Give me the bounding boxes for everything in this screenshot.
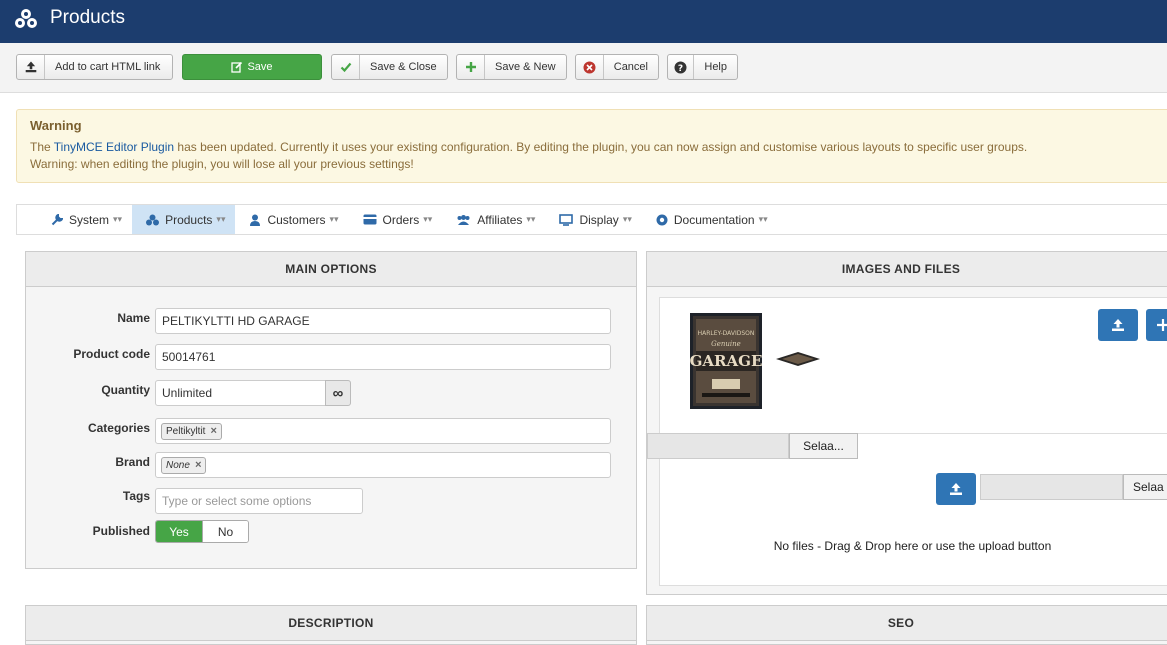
cubes-icon	[15, 9, 37, 28]
remove-icon[interactable]: ×	[195, 459, 201, 471]
cancel-button[interactable]: Cancel	[575, 54, 659, 80]
quantity-input[interactable]: Unlimited	[155, 380, 326, 406]
product-code-input[interactable]: 50014761	[155, 344, 611, 370]
tinymce-plugin-link[interactable]: TinyMCE Editor Plugin	[54, 140, 174, 154]
toolbar: Add to cart HTML link Save Save & Close …	[0, 43, 1167, 93]
nav-orders[interactable]: Orders ▾▾	[349, 205, 443, 234]
nav-system[interactable]: System ▾▾	[37, 205, 132, 234]
cubes-icon	[146, 214, 160, 225]
svg-text:?: ?	[678, 64, 683, 74]
nav-customers[interactable]: Customers ▾▾	[235, 205, 348, 234]
seo-panel: SEO	[646, 605, 1167, 645]
warning-line-2: Warning: when editing the plugin, you wi…	[30, 157, 414, 171]
unlimited-infinity-button[interactable]: ∞	[325, 380, 351, 406]
svg-text:HARLEY-DAVIDSON: HARLEY-DAVIDSON	[698, 330, 755, 337]
categories-input[interactable]: Peltikyltit ×	[155, 418, 611, 444]
file-browse-button[interactable]: Selaa	[1123, 474, 1167, 500]
credit-card-icon	[363, 214, 377, 225]
published-toggle[interactable]: Yes No	[155, 520, 249, 543]
users-icon	[457, 214, 470, 225]
image-browse-button[interactable]: Selaa...	[789, 433, 858, 459]
upload-icon	[17, 55, 45, 79]
brand-label: Brand	[115, 455, 150, 469]
app-header: Products	[0, 0, 1167, 43]
wrench-icon	[51, 213, 63, 225]
name-input[interactable]: PELTIKYLTTI HD GARAGE	[155, 308, 611, 334]
nav-affiliates[interactable]: Affiliates ▾▾	[442, 205, 545, 234]
nav-products[interactable]: Products ▾▾	[132, 205, 236, 234]
image-add-button[interactable]	[1146, 309, 1167, 341]
edit-icon	[231, 61, 243, 73]
description-heading: DESCRIPTION	[26, 606, 636, 641]
save-new-button[interactable]: Save & New	[456, 54, 567, 80]
file-file-field[interactable]	[980, 474, 1123, 500]
save-close-button[interactable]: Save & Close	[331, 54, 448, 80]
infinity-icon: ∞	[332, 384, 344, 402]
image-upload-button[interactable]	[1098, 309, 1138, 341]
component-nav: System ▾▾ Products ▾▾ Customers ▾▾ Orders ▾▾…	[16, 204, 1167, 235]
help-button[interactable]: ? Help	[667, 54, 738, 80]
add-to-cart-html-link-button[interactable]: Add to cart HTML link	[16, 54, 173, 80]
plus-icon	[1157, 319, 1167, 331]
svg-text:Genuine: Genuine	[711, 340, 741, 348]
brand-input[interactable]: None ×	[155, 452, 611, 478]
user-icon	[250, 214, 261, 226]
quantity-label: Quantity	[101, 383, 150, 397]
cancel-circle-icon	[576, 55, 604, 79]
description-panel: DESCRIPTION	[25, 605, 637, 645]
warning-line-1: The TinyMCE Editor Plugin has been updat…	[30, 140, 1028, 154]
product-code-label: Product code	[73, 347, 150, 361]
tags-input[interactable]: Type or select some options	[155, 488, 363, 514]
file-upload-button[interactable]	[936, 473, 976, 505]
warning-alert: Warning The TinyMCE Editor Plugin has be…	[16, 109, 1167, 183]
check-icon	[332, 55, 360, 79]
image-file-field[interactable]	[647, 433, 789, 459]
main-options-heading: MAIN OPTIONS	[26, 252, 636, 287]
question-circle-icon: ?	[668, 55, 695, 79]
published-yes[interactable]: Yes	[156, 521, 202, 542]
save-button[interactable]: Save	[182, 54, 322, 80]
images-files-heading: IMAGES AND FILES	[647, 252, 1167, 287]
product-image[interactable]: GARAGE HARLEY-DAVIDSON Genuine	[690, 313, 762, 409]
product-thumbnail[interactable]	[774, 350, 822, 368]
page-title: Products	[50, 7, 125, 28]
nav-display[interactable]: Display ▾▾	[545, 205, 641, 234]
category-chip[interactable]: Peltikyltit ×	[161, 422, 222, 440]
remove-icon[interactable]: ×	[210, 425, 216, 437]
no-files-message: No files - Drag & Drop here or use the u…	[773, 539, 1052, 553]
nav-documentation[interactable]: Documentation ▾▾	[642, 205, 778, 234]
seo-heading: SEO	[647, 606, 1167, 641]
upload-icon	[1112, 319, 1124, 331]
warning-title: Warning	[30, 118, 82, 133]
images-files-panel: IMAGES AND FILES GARAGE HARLEY-DAVIDSON …	[646, 251, 1167, 595]
monitor-icon	[559, 213, 574, 226]
categories-label: Categories	[87, 421, 150, 435]
tags-label: Tags	[122, 489, 150, 503]
name-label: Name	[117, 311, 150, 325]
published-no[interactable]: No	[202, 521, 248, 542]
published-label: Published	[92, 524, 150, 538]
plus-icon	[457, 55, 485, 79]
help-circle-icon	[656, 214, 668, 225]
main-options-panel: MAIN OPTIONS Name PELTIKYLTTI HD GARAGE …	[25, 251, 637, 569]
svg-text:GARAGE: GARAGE	[690, 352, 762, 370]
upload-icon	[950, 483, 962, 495]
brand-chip[interactable]: None ×	[161, 456, 207, 474]
